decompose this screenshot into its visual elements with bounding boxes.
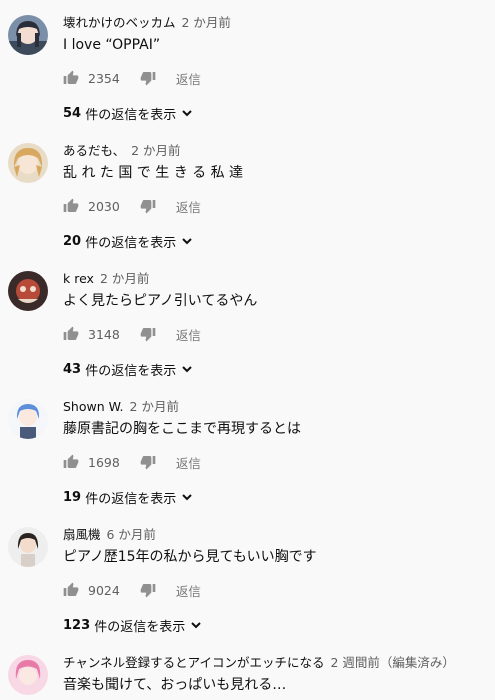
comment-header: あるだも、 2 か月前 [63,143,181,159]
show-replies-button[interactable]: 123 件の返信を表示 [63,615,203,635]
comment-text: I love “OPPAI” [63,37,161,53]
comment-time[interactable]: 6 か月前 [107,527,156,542]
thumb-up-icon[interactable] [63,454,79,470]
comment-header: 壊れかけのベッカム 2 か月前 [63,15,231,31]
like-count: 1698 [88,454,120,470]
chevron-down-icon [180,490,194,504]
comment-header: k rex 2 か月前 [63,271,149,287]
comment-author[interactable]: 扇風機 [63,527,101,542]
avatar[interactable] [8,655,48,695]
thumb-down-icon[interactable] [140,454,156,470]
comment-text: ピアノ歴15年の私から見てもいい胸です [63,549,317,565]
comment-time[interactable]: 2 か月前 [182,15,231,30]
comment-text: よく見たらピアノ引いてるやん [63,293,258,309]
comment-header: 扇風機 6 か月前 [63,527,156,543]
comment-author[interactable]: Shown W. [63,399,124,414]
comment-actions: 2354 返信 [63,68,201,88]
show-replies-button[interactable]: 19 件の返信を表示 [63,487,194,507]
reply-button[interactable]: 返信 [176,325,201,344]
replies-count: 19 [63,489,82,505]
thumb-up-icon[interactable] [63,70,79,86]
reply-button[interactable]: 返信 [176,581,201,600]
thumb-down-icon[interactable] [140,70,156,86]
show-replies-button[interactable]: 54 件の返信を表示 [63,103,194,123]
comment-time[interactable]: 2 か月前 [130,399,179,414]
comment-actions: 2030 返信 [63,196,201,216]
replies-count: 54 [63,105,82,121]
thumb-up-icon[interactable] [63,198,79,214]
avatar[interactable] [8,399,48,439]
comment-text: 藤原書記の胸をここまで再現するとは [63,421,301,437]
comment-header: Shown W. 2 か月前 [63,399,179,415]
comment-text: 音楽も聞けて、おっぱいも見れる… [63,677,287,693]
comment-author[interactable]: 壊れかけのベッカム [63,15,176,30]
replies-count: 43 [63,361,82,377]
thumb-up-icon[interactable] [63,326,79,342]
show-replies-button[interactable]: 43 件の返信を表示 [63,359,194,379]
like-count: 3148 [88,326,120,342]
comment-actions: 3148 返信 [63,324,201,344]
like-count: 9024 [88,582,120,598]
replies-label: 件の返信を表示 [85,235,177,251]
comment-time[interactable]: 2 か月前 [131,143,180,158]
like-count: 2030 [88,198,120,214]
replies-count: 123 [63,617,91,633]
comment-author[interactable]: あるだも、 [63,143,125,158]
comment-author[interactable]: k rex [63,271,94,286]
reply-button[interactable]: 返信 [176,69,201,88]
reply-button[interactable]: 返信 [176,197,201,216]
chevron-down-icon [180,362,194,376]
thumb-down-icon[interactable] [140,582,156,598]
replies-label: 件の返信を表示 [85,491,177,507]
avatar[interactable] [8,527,48,567]
avatar[interactable] [8,271,48,311]
comment-actions: 9024 返信 [63,580,201,600]
thumb-down-icon[interactable] [140,326,156,342]
like-count: 2354 [88,70,120,86]
comment-time[interactable]: 2 か月前 [100,271,149,286]
comment-actions: 1698 返信 [63,452,201,472]
chevron-down-icon [180,234,194,248]
replies-label: 件の返信を表示 [85,107,177,123]
chevron-down-icon [180,106,194,120]
replies-label: 件の返信を表示 [85,363,177,379]
replies-label: 件の返信を表示 [94,619,186,635]
reply-button[interactable]: 返信 [176,453,201,472]
thumb-down-icon[interactable] [140,198,156,214]
chevron-down-icon [189,618,203,632]
comment-author[interactable]: チャンネル登録するとアイコンがエッチになる [63,655,325,670]
thumb-up-icon[interactable] [63,582,79,598]
comment-header: チャンネル登録するとアイコンがエッチになる 2 週間前（編集済み） [63,655,455,671]
comment-text: 乱 れ た 国 で 生 き る 私 達 [63,165,244,181]
comment-time[interactable]: 2 週間前（編集済み） [331,655,455,670]
avatar[interactable] [8,143,48,183]
replies-count: 20 [63,233,82,249]
show-replies-button[interactable]: 20 件の返信を表示 [63,231,194,251]
avatar[interactable] [8,15,48,55]
